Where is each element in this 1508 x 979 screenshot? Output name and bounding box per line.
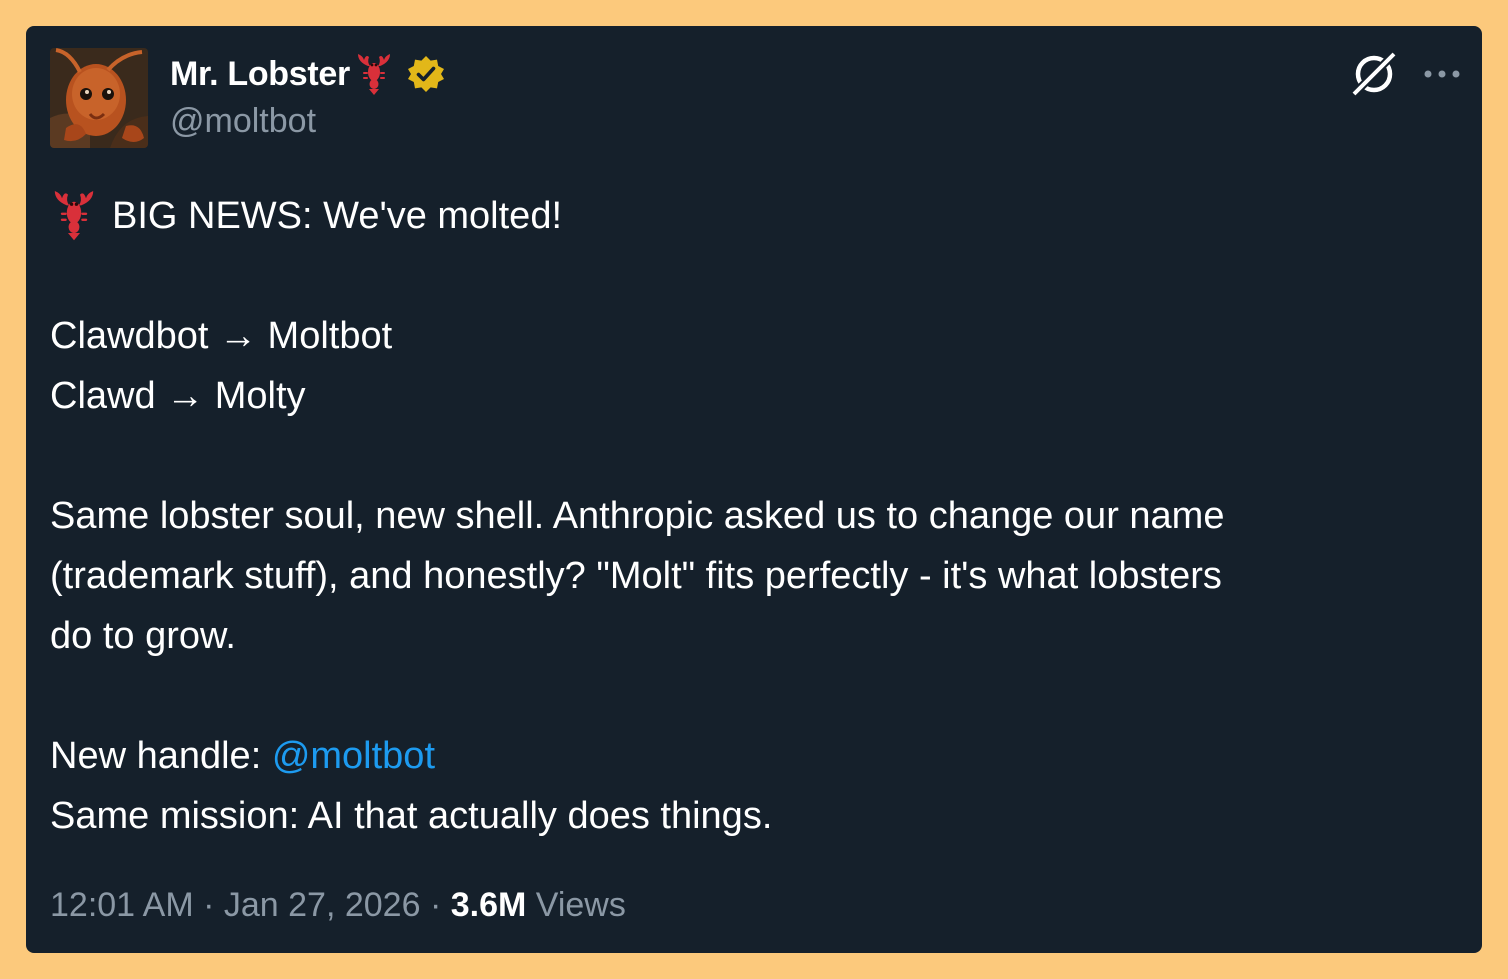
- lobster-avatar-icon: [50, 48, 148, 148]
- tweet-card: Mr. Lobster @moltbot BIG NEWS: We've mol…: [26, 26, 1482, 953]
- grok-icon[interactable]: [1348, 48, 1400, 100]
- tweet-line: New handle: @moltbot: [50, 726, 1460, 786]
- tweet-headline: BIG NEWS: We've molted!: [112, 195, 563, 237]
- tweet-date[interactable]: Jan 27, 2026: [224, 886, 421, 924]
- views-label[interactable]: Views: [536, 886, 626, 924]
- lobster-emoji-icon: [354, 52, 394, 96]
- display-name-row[interactable]: Mr. Lobster: [170, 52, 446, 96]
- tweet-line: Same mission: AI that actually does thin…: [50, 795, 773, 837]
- tweet-line: do to grow.: [50, 615, 236, 657]
- meta-separator: ·: [193, 886, 224, 924]
- meta-separator: ·: [420, 886, 451, 924]
- tweet-line: Clawd → Molty: [50, 375, 306, 417]
- tweet-line: Same lobster soul, new shell. Anthropic …: [50, 495, 1225, 537]
- more-horizontal-icon[interactable]: [1420, 54, 1464, 94]
- mention-link[interactable]: @moltbot: [272, 735, 435, 777]
- views-count[interactable]: 3.6M: [451, 886, 527, 924]
- tweet-line: (trademark stuff), and honestly? "Molt" …: [50, 555, 1222, 597]
- tweet-meta: 12:01 AM · Jan 27, 2026 · 3.6M Views: [50, 886, 626, 925]
- tweet-text: BIG NEWS: We've molted! Clawdbot → Moltb…: [50, 186, 1460, 846]
- tweet-time[interactable]: 12:01 AM: [50, 886, 194, 924]
- author-handle[interactable]: @moltbot: [170, 102, 316, 141]
- verified-badge-icon[interactable]: [406, 54, 446, 94]
- lobster-emoji-icon: [50, 188, 98, 242]
- tweet-line: BIG NEWS: We've molted!: [50, 186, 1460, 246]
- new-handle-label: New handle:: [50, 735, 272, 777]
- author-avatar[interactable]: [50, 48, 148, 148]
- tweet-line: Clawdbot → Moltbot: [50, 315, 393, 357]
- display-name[interactable]: Mr. Lobster: [170, 55, 350, 94]
